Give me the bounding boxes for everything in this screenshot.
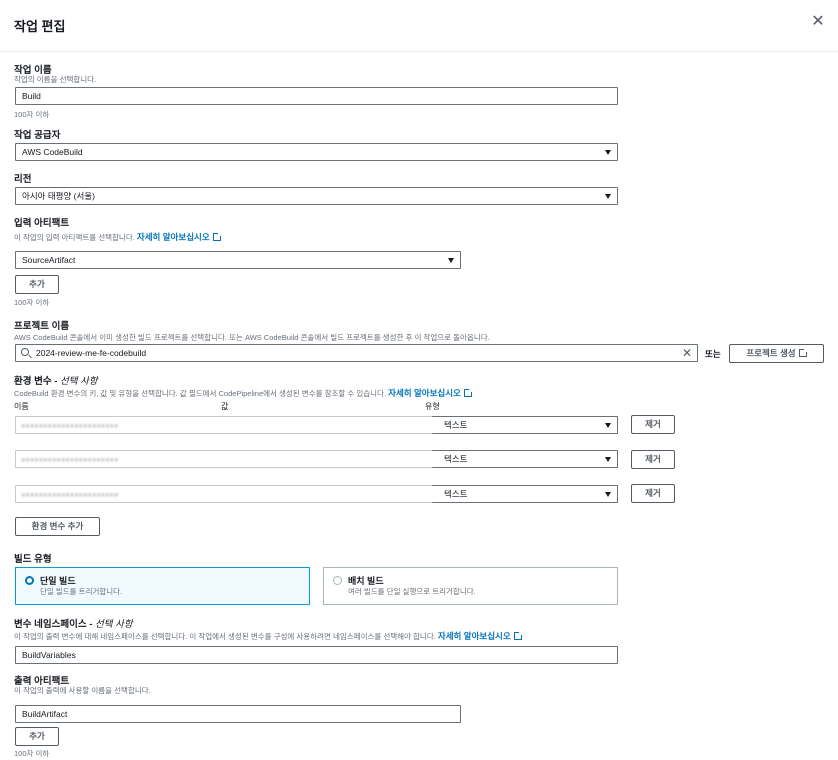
caret-down-icon — [605, 423, 611, 428]
external-link-icon — [463, 388, 473, 397]
project-search-input[interactable]: 2024-review-me-fe-codebuild ✕ — [15, 344, 698, 362]
masked-content: ▪ ▪ ▪ ▪ ▪ ▪ ▪ ▪ ▪ ▪ ▪ ▪ ▪ ▪ ▪ ▪ ▪ ▪ ▪ ▪ … — [22, 423, 118, 430]
env-var-type-value: 텍스트 — [444, 420, 468, 430]
project-search-value: 2024-review-me-fe-codebuild — [36, 348, 147, 358]
add-env-var-button[interactable]: 환경 변수 추가 — [15, 517, 100, 536]
output-artifacts-desc: 이 작업의 출력에 사용할 이름을 선택합니다. — [14, 686, 151, 695]
search-icon — [21, 348, 29, 356]
env-col-value: 값 — [221, 402, 229, 411]
action-provider-value: AWS CodeBuild — [22, 147, 83, 157]
input-artifacts-hint: 100자 이하 — [14, 298, 50, 307]
env-var-row-masked[interactable]: ▪ ▪ ▪ ▪ ▪ ▪ ▪ ▪ ▪ ▪ ▪ ▪ ▪ ▪ ▪ ▪ ▪ ▪ ▪ ▪ … — [15, 416, 445, 434]
env-vars-desc: CodeBuild 환경 변수의 키, 값 및 유형을 선택합니다. 값 필드에… — [14, 387, 473, 399]
input-artifacts-learn-more-link[interactable]: 자세히 알아보십시오 — [137, 232, 210, 242]
radio-unselected-icon — [333, 576, 342, 585]
input-artifacts-label: 입력 아티팩트 — [14, 218, 70, 229]
caret-down-icon — [605, 194, 611, 199]
variable-namespace-input[interactable]: BuildVariables — [15, 646, 618, 664]
add-input-artifact-button[interactable]: 추가 — [15, 275, 59, 294]
env-vars-desc-text: CodeBuild 환경 변수의 키, 값 및 유형을 선택합니다. 값 필드에… — [14, 389, 387, 398]
env-vars-label: 환경 변수 - 선택 사항 — [14, 373, 98, 387]
masked-content: ▪ ▪ ▪ ▪ ▪ ▪ ▪ ▪ ▪ ▪ ▪ ▪ ▪ ▪ ▪ ▪ ▪ ▪ ▪ ▪ … — [22, 457, 118, 464]
env-vars-learn-more-link[interactable]: 자세히 알아보십시오 — [388, 388, 461, 398]
region-select[interactable]: 아시아 태평양 (서울) — [15, 187, 618, 205]
caret-down-icon — [605, 492, 611, 497]
project-name-label: 프로젝트 이름 — [14, 321, 70, 332]
env-var-type-select[interactable]: 텍스트 — [432, 416, 618, 434]
input-artifacts-desc: 이 작업의 입력 아티팩트를 선택합니다. 자세히 알아보십시오 — [14, 231, 222, 243]
action-name-input[interactable]: Build — [15, 87, 618, 105]
or-label: 또는 — [705, 349, 721, 359]
external-link-icon — [513, 631, 523, 640]
caret-down-icon — [448, 258, 454, 263]
remove-env-var-button[interactable]: 제거 — [631, 484, 675, 503]
input-artifact-select[interactable]: SourceArtifact — [15, 251, 461, 269]
input-artifact-value: SourceArtifact — [22, 255, 76, 265]
output-artifact-input[interactable]: BuildArtifact — [15, 705, 461, 723]
env-var-type-value: 텍스트 — [444, 454, 468, 464]
env-var-row-masked[interactable]: ▪ ▪ ▪ ▪ ▪ ▪ ▪ ▪ ▪ ▪ ▪ ▪ ▪ ▪ ▪ ▪ ▪ ▪ ▪ ▪ … — [15, 450, 445, 468]
env-var-row-masked[interactable]: ▪ ▪ ▪ ▪ ▪ ▪ ▪ ▪ ▪ ▪ ▪ ▪ ▪ ▪ ▪ ▪ ▪ ▪ ▪ ▪ … — [15, 485, 445, 503]
variable-namespace-desc: 이 작업의 출력 변수에 대해 네임스페이스를 선택합니다. 이 작업에서 생성… — [14, 630, 523, 642]
env-vars-label-text: 환경 변수 - — [14, 376, 61, 387]
env-var-type-value: 텍스트 — [444, 489, 468, 499]
action-name-hint: 100자 이하 — [14, 110, 50, 119]
caret-down-icon — [605, 457, 611, 462]
external-link-icon — [798, 348, 808, 357]
variable-namespace-learn-more-link[interactable]: 자세히 알아보십시오 — [438, 631, 511, 641]
action-provider-select[interactable]: AWS CodeBuild — [15, 143, 618, 161]
action-name-desc: 작업의 이름을 선택합니다. — [14, 75, 97, 84]
modal-title: 작업 편집 — [14, 19, 66, 34]
radio-selected-icon — [25, 576, 34, 585]
batch-build-desc: 여러 빌드를 단일 실행으로 트리거합니다. — [348, 587, 476, 596]
variable-namespace-desc-text: 이 작업의 출력 변수에 대해 네임스페이스를 선택합니다. 이 작업에서 생성… — [14, 632, 436, 641]
env-col-type: 유형 — [425, 402, 440, 411]
masked-content: ▪ ▪ ▪ ▪ ▪ ▪ ▪ ▪ ▪ ▪ ▪ ▪ ▪ ▪ ▪ ▪ ▪ ▪ ▪ ▪ … — [22, 492, 118, 499]
region-value: 아시아 태평양 (서울) — [22, 191, 95, 201]
build-type-single-option[interactable]: 단일 빌드 단일 빌드를 트리거합니다. — [15, 567, 310, 605]
project-name-desc: AWS CodeBuild 콘솔에서 이미 생성한 빌드 프로젝트를 선택합니다… — [14, 333, 490, 342]
env-col-name: 이름 — [14, 402, 29, 411]
variable-namespace-label: 변수 네임스페이스 - 선택 사항 — [14, 616, 133, 630]
add-output-artifact-button[interactable]: 추가 — [15, 727, 59, 746]
close-icon[interactable]: ✕ — [808, 12, 828, 32]
input-artifacts-desc-text: 이 작업의 입력 아티팩트를 선택합니다. — [14, 233, 135, 242]
caret-down-icon — [605, 150, 611, 155]
variable-namespace-label-text: 변수 네임스페이스 - — [14, 619, 96, 630]
modal-header: 작업 편집 ✕ — [0, 0, 838, 52]
create-project-button[interactable]: 프로젝트 생성 — [729, 344, 824, 363]
remove-env-var-button[interactable]: 제거 — [631, 415, 675, 434]
create-project-label: 프로젝트 생성 — [746, 348, 796, 358]
output-artifacts-hint: 100자 이하 — [14, 749, 50, 758]
build-type-batch-option[interactable]: 배치 빌드 여러 빌드를 단일 실행으로 트리거합니다. — [323, 567, 618, 605]
external-link-icon — [212, 232, 222, 241]
clear-icon[interactable]: ✕ — [682, 346, 692, 360]
region-label: 리전 — [14, 174, 32, 185]
variable-namespace-optional: 선택 사항 — [95, 619, 133, 630]
remove-env-var-button[interactable]: 제거 — [631, 450, 675, 469]
env-var-type-select[interactable]: 텍스트 — [432, 450, 618, 468]
build-type-label: 빌드 유형 — [14, 554, 52, 565]
action-provider-label: 작업 공급자 — [14, 130, 61, 141]
env-vars-optional: 선택 사항 — [60, 376, 98, 387]
env-var-type-select[interactable]: 텍스트 — [432, 485, 618, 503]
single-build-desc: 단일 빌드를 트리거합니다. — [40, 587, 123, 596]
